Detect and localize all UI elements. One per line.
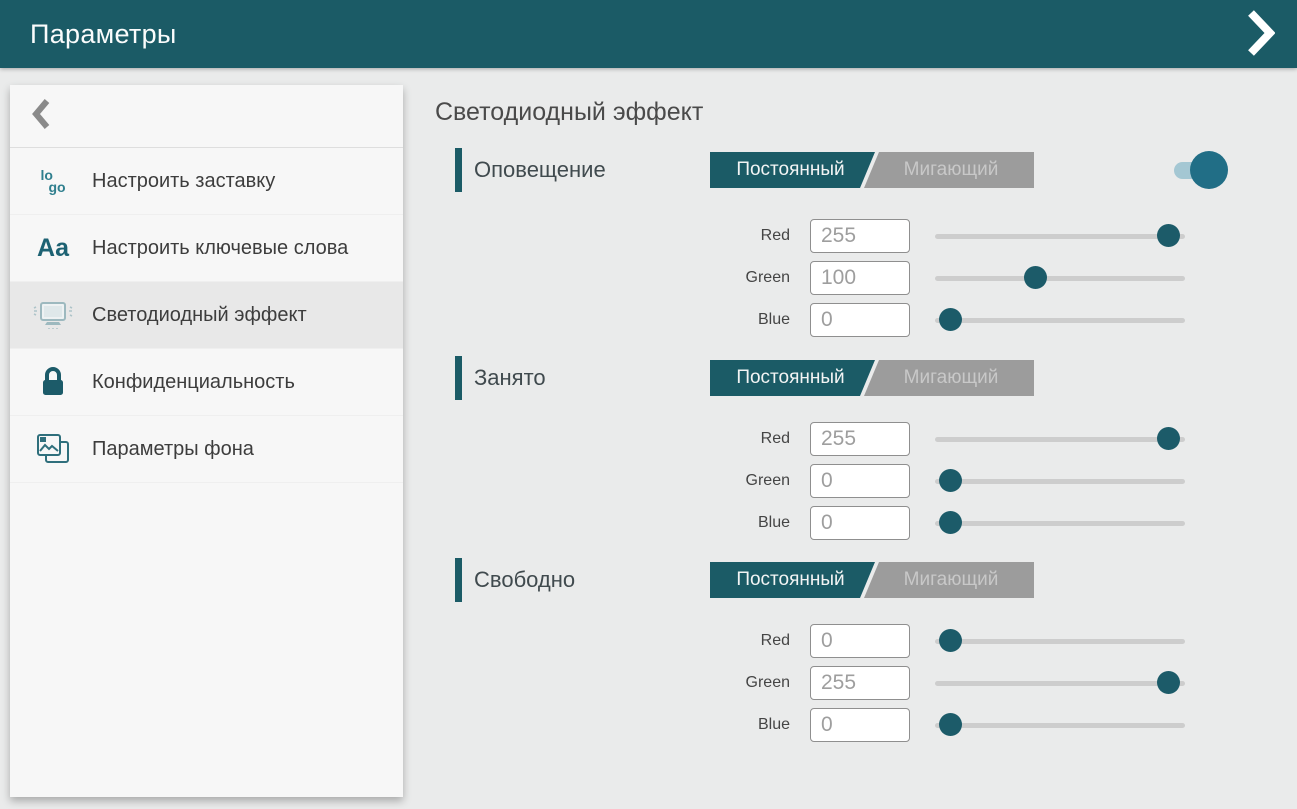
slider-thumb[interactable]: [939, 308, 962, 331]
slider-thumb[interactable]: [1157, 427, 1180, 450]
red-value-input[interactable]: [810, 624, 910, 658]
slider-track[interactable]: [935, 723, 1185, 728]
slider-track[interactable]: [935, 479, 1185, 484]
blue-value-input[interactable]: [810, 303, 910, 337]
sidebar-back-button[interactable]: [10, 85, 403, 148]
blue-label: Blue: [700, 716, 790, 734]
green-label: Green: [700, 674, 790, 692]
slider-thumb[interactable]: [1024, 266, 1047, 289]
blue-row: Blue: [455, 502, 1297, 544]
blue-row: Blue: [455, 704, 1297, 746]
slider-thumb[interactable]: [939, 629, 962, 652]
green-label: Green: [700, 269, 790, 287]
background-images-icon: [30, 432, 76, 466]
slider-track[interactable]: [935, 276, 1185, 281]
blue-row: Blue: [455, 299, 1297, 341]
red-row: Red: [455, 215, 1297, 257]
green-value-input[interactable]: [810, 464, 910, 498]
sidebar-item-label: Настроить ключевые слова: [92, 235, 389, 261]
red-slider[interactable]: [935, 224, 1185, 248]
green-row: Green: [455, 662, 1297, 704]
green-slider[interactable]: [935, 469, 1185, 493]
section-title: Оповещение: [474, 157, 710, 183]
notification-toggle-switch[interactable]: [1174, 151, 1228, 189]
main-content: Светодиодный эффект Оповещение Постоянны…: [435, 68, 1297, 809]
sidebar-item-label: Параметры фона: [92, 436, 389, 462]
blue-label: Blue: [700, 514, 790, 532]
mode-segmented-control: Постоянный Мигающий: [710, 562, 1034, 598]
sidebar-item-label: Конфиденциальность: [92, 369, 389, 395]
red-slider[interactable]: [935, 629, 1185, 653]
chevron-right-icon: [1247, 10, 1275, 59]
slider-track[interactable]: [935, 681, 1185, 686]
sidebar: logo Настроить заставку Aa Настроить клю…: [10, 85, 403, 797]
switch-knob: [1190, 151, 1228, 189]
sidebar-item-label: Светодиодный эффект: [92, 302, 389, 328]
forward-button[interactable]: [1243, 9, 1279, 59]
sidebar-item-privacy[interactable]: Конфиденциальность: [10, 349, 403, 416]
lock-icon: [30, 366, 76, 398]
logo-icon: logo: [30, 169, 76, 193]
red-label: Red: [700, 430, 790, 448]
slider-track[interactable]: [935, 318, 1185, 323]
section-title: Свободно: [474, 567, 710, 593]
blue-label: Blue: [700, 311, 790, 329]
mode-blinking-button[interactable]: Мигающий: [864, 562, 1034, 598]
red-slider[interactable]: [935, 427, 1185, 451]
slider-track[interactable]: [935, 521, 1185, 526]
green-value-input[interactable]: [810, 666, 910, 700]
red-row: Red: [455, 418, 1297, 460]
sidebar-item-label: Настроить заставку: [92, 168, 389, 194]
mode-blinking-button[interactable]: Мигающий: [864, 360, 1034, 396]
settings-screen: Параметры logo Настроить заставку Aa Нас…: [0, 0, 1297, 809]
red-value-input[interactable]: [810, 219, 910, 253]
slider-thumb[interactable]: [1157, 671, 1180, 694]
mode-solid-button[interactable]: Постоянный: [710, 562, 875, 598]
slider-track[interactable]: [935, 639, 1185, 644]
mode-blinking-button[interactable]: Мигающий: [864, 152, 1034, 188]
red-label: Red: [700, 632, 790, 650]
section-accent-bar: [455, 148, 462, 192]
sidebar-item-led-effect[interactable]: Светодиодный эффект: [10, 282, 403, 349]
slider-thumb[interactable]: [939, 511, 962, 534]
red-label: Red: [700, 227, 790, 245]
blue-slider[interactable]: [935, 713, 1185, 737]
sidebar-item-background[interactable]: Параметры фона: [10, 416, 403, 483]
mode-solid-button[interactable]: Постоянный: [710, 360, 875, 396]
section-busy: Занято Постоянный Мигающий Red Green: [435, 355, 1297, 544]
green-value-input[interactable]: [810, 261, 910, 295]
green-slider[interactable]: [935, 266, 1185, 290]
mode-segmented-control: Постоянный Мигающий: [710, 152, 1034, 188]
section-free: Свободно Постоянный Мигающий Red Green: [435, 557, 1297, 746]
page-title: Параметры: [30, 19, 177, 50]
blue-value-input[interactable]: [810, 708, 910, 742]
slider-thumb[interactable]: [939, 469, 962, 492]
mode-solid-button[interactable]: Постоянный: [710, 152, 875, 188]
green-row: Green: [455, 460, 1297, 502]
slider-track[interactable]: [935, 437, 1185, 442]
blue-slider[interactable]: [935, 511, 1185, 535]
green-row: Green: [455, 257, 1297, 299]
app-header: Параметры: [0, 0, 1297, 68]
section-notification: Оповещение Постоянный Мигающий Red: [435, 147, 1297, 341]
blue-value-input[interactable]: [810, 506, 910, 540]
green-label: Green: [700, 472, 790, 490]
red-row: Red: [455, 620, 1297, 662]
slider-thumb[interactable]: [1157, 224, 1180, 247]
slider-thumb[interactable]: [939, 713, 962, 736]
sidebar-item-splash-screen[interactable]: logo Настроить заставку: [10, 148, 403, 215]
chevron-left-icon: [32, 98, 50, 135]
blue-slider[interactable]: [935, 308, 1185, 332]
section-accent-bar: [455, 558, 462, 602]
sidebar-item-keywords[interactable]: Aa Настроить ключевые слова: [10, 215, 403, 282]
section-title: Занято: [474, 365, 710, 391]
led-screen-icon: [30, 299, 76, 331]
slider-track[interactable]: [935, 234, 1185, 239]
text-icon: Aa: [30, 234, 76, 263]
section-accent-bar: [455, 356, 462, 400]
mode-segmented-control: Постоянный Мигающий: [710, 360, 1034, 396]
content-title: Светодиодный эффект: [435, 98, 1297, 127]
green-slider[interactable]: [935, 671, 1185, 695]
red-value-input[interactable]: [810, 422, 910, 456]
